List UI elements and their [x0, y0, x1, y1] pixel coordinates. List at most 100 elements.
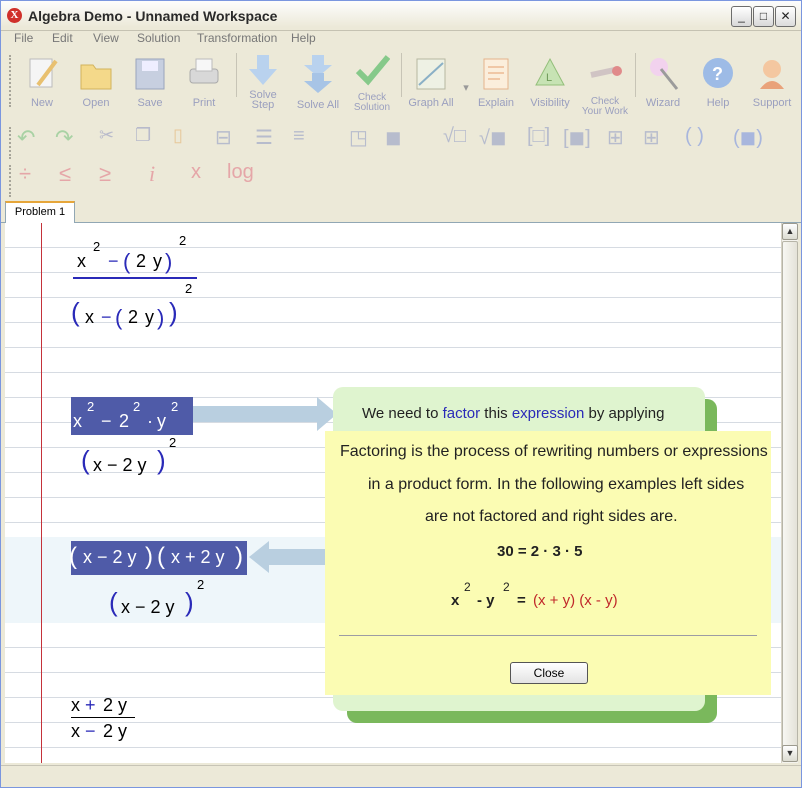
maximize-button[interactable]: □ [753, 6, 774, 27]
scroll-down-button[interactable]: ▼ [782, 745, 798, 762]
graph-all-label: Graph All [408, 97, 454, 109]
step1-lparen: ( [123, 249, 131, 274]
step3-den-rparen: ) [185, 587, 194, 617]
check-solution-button[interactable]: Check Solution [347, 53, 397, 113]
save-button[interactable]: Save [129, 55, 171, 109]
solve-step-label-2: Step [251, 99, 275, 111]
example2-x: x [451, 592, 460, 609]
step1-den-inner-lparen: ( [115, 305, 123, 330]
help-button[interactable]: ? Help [695, 55, 741, 109]
step2-exp: 2 [87, 399, 95, 414]
scroll-down-icon: ▼ [785, 748, 795, 758]
bracket-box-icon[interactable]: [□] [527, 125, 550, 148]
parentheses-fill-icon[interactable]: (◼) [733, 125, 763, 150]
tab-problem-1[interactable]: Problem 1 [5, 201, 75, 223]
solve-all-button[interactable]: Solve All [293, 53, 343, 111]
support-button[interactable]: Support [747, 55, 797, 109]
visibility-button[interactable]: L Visibility [525, 55, 575, 109]
box-icon[interactable]: ◳ [349, 125, 368, 150]
minimize-button[interactable]: _ [731, 6, 752, 27]
step4-fraction-bar [71, 717, 135, 718]
wizard-label: Wizard [645, 97, 681, 109]
stack-icon[interactable]: ☰ [255, 125, 273, 150]
paste-icon[interactable]: ▯ [173, 125, 183, 146]
step1-den-rparen: ) [169, 297, 178, 327]
step1-y: y [153, 251, 162, 271]
step2-dot: · [147, 411, 153, 431]
menu-edit[interactable]: Edit [52, 31, 73, 45]
imaginary-button[interactable]: i [149, 161, 155, 187]
sqrt-icon[interactable]: √□ [443, 125, 466, 148]
visibility-icon: L [535, 57, 565, 86]
close-button[interactable]: ✕ [775, 6, 796, 27]
menu-help[interactable]: Help [291, 31, 316, 45]
divide-button[interactable]: ÷ [19, 161, 31, 187]
undo-icon[interactable]: ↶ [17, 125, 35, 151]
menu-file[interactable]: File [14, 31, 33, 45]
step4-den-x: x [71, 721, 80, 741]
print-button[interactable]: Print [183, 55, 225, 109]
help-icon: ? [703, 58, 733, 88]
step2-x: x [73, 411, 82, 431]
step3-num1: x − 2 y [83, 547, 137, 567]
graph-all-button[interactable]: Graph All [405, 55, 457, 109]
explain-lead-text-1: We need to [362, 405, 443, 422]
operator-toolbar-row: ÷ ≤ ≥ i x log [19, 161, 319, 191]
scroll-up-button[interactable]: ▲ [782, 223, 798, 240]
arrow-left-icon [249, 541, 269, 573]
step3-highlight: ( x − 2 y ) ( x + 2 y ) [69, 541, 247, 575]
step4-num-x: x [71, 695, 80, 715]
cut-icon[interactable]: ✂ [99, 125, 114, 146]
down-arrow-icon [249, 55, 277, 85]
step2-minus: − [101, 411, 112, 431]
svg-text:?: ? [712, 64, 723, 84]
greater-equal-button[interactable]: ≥ [99, 161, 111, 187]
example2-exp2: 2 [503, 580, 510, 594]
visibility-label: Visibility [530, 97, 570, 109]
explain-button[interactable]: Explain [473, 55, 519, 109]
redo-icon[interactable]: ↷ [55, 125, 73, 151]
menu-bar: File Edit View Solution Transformation H… [1, 31, 801, 48]
scroll-thumb[interactable] [782, 241, 798, 747]
check-your-work-button[interactable]: Check Your Work [579, 55, 631, 117]
window-title: Algebra Demo - Unnamed Workspace [28, 8, 278, 24]
arrow-right-shaft [193, 406, 319, 422]
step1-den-exp: 2 [185, 281, 193, 296]
step1-minus: − [108, 251, 119, 271]
app-window: X Algebra Demo - Unnamed Workspace _ □ ✕… [0, 0, 802, 788]
parentheses-icon[interactable]: ( ) [685, 125, 704, 148]
wizard-button[interactable]: Wizard [639, 55, 687, 109]
solve-step-button[interactable]: Solve Step [241, 53, 285, 111]
open-label: Open [82, 97, 110, 109]
factor-link[interactable]: factor [443, 405, 481, 422]
factoring-tooltip: Factoring is the process of rewriting nu… [325, 431, 771, 695]
step1-fraction-bar [73, 277, 197, 279]
menu-solution[interactable]: Solution [137, 31, 180, 45]
expression-link[interactable]: expression [512, 405, 585, 422]
open-button[interactable]: Open [75, 55, 117, 109]
example2-eq: = [517, 592, 526, 609]
superscript-box-icon[interactable]: ◼ [385, 125, 402, 150]
bracket-fill-icon[interactable]: [◼] [563, 125, 591, 150]
new-button[interactable]: New [21, 55, 63, 109]
menu-view[interactable]: View [93, 31, 119, 45]
menu-transformation[interactable]: Transformation [197, 31, 277, 45]
close-tooltip-button[interactable]: Close [510, 662, 588, 684]
subscript-button[interactable]: x [191, 161, 201, 184]
fraction-icon[interactable]: ⊟ [215, 125, 232, 150]
matrix-icon[interactable]: ⊞ [607, 125, 624, 150]
less-equal-button[interactable]: ≤ [59, 161, 71, 187]
explain-lead-text-3: by applying [584, 405, 665, 422]
align-icon[interactable]: ≡ [293, 125, 305, 148]
copy-icon[interactable]: ❐ [135, 125, 151, 146]
wizard-wand-icon [650, 58, 679, 90]
factoring-line-1: Factoring is the process of rewriting nu… [340, 443, 768, 460]
log-button[interactable]: log [227, 161, 254, 184]
vertical-scrollbar[interactable]: ▲ ▼ [781, 223, 798, 763]
matrix-fill-icon[interactable]: ⊞ [643, 125, 660, 150]
explain-lead: We need to factor this expression by app… [362, 405, 664, 422]
graph-dropdown-button[interactable]: ▾ [459, 81, 473, 94]
support-label: Support [752, 97, 792, 109]
root-icon[interactable]: √◼ [479, 125, 507, 150]
step4-den-rest: 2 y [103, 721, 128, 741]
